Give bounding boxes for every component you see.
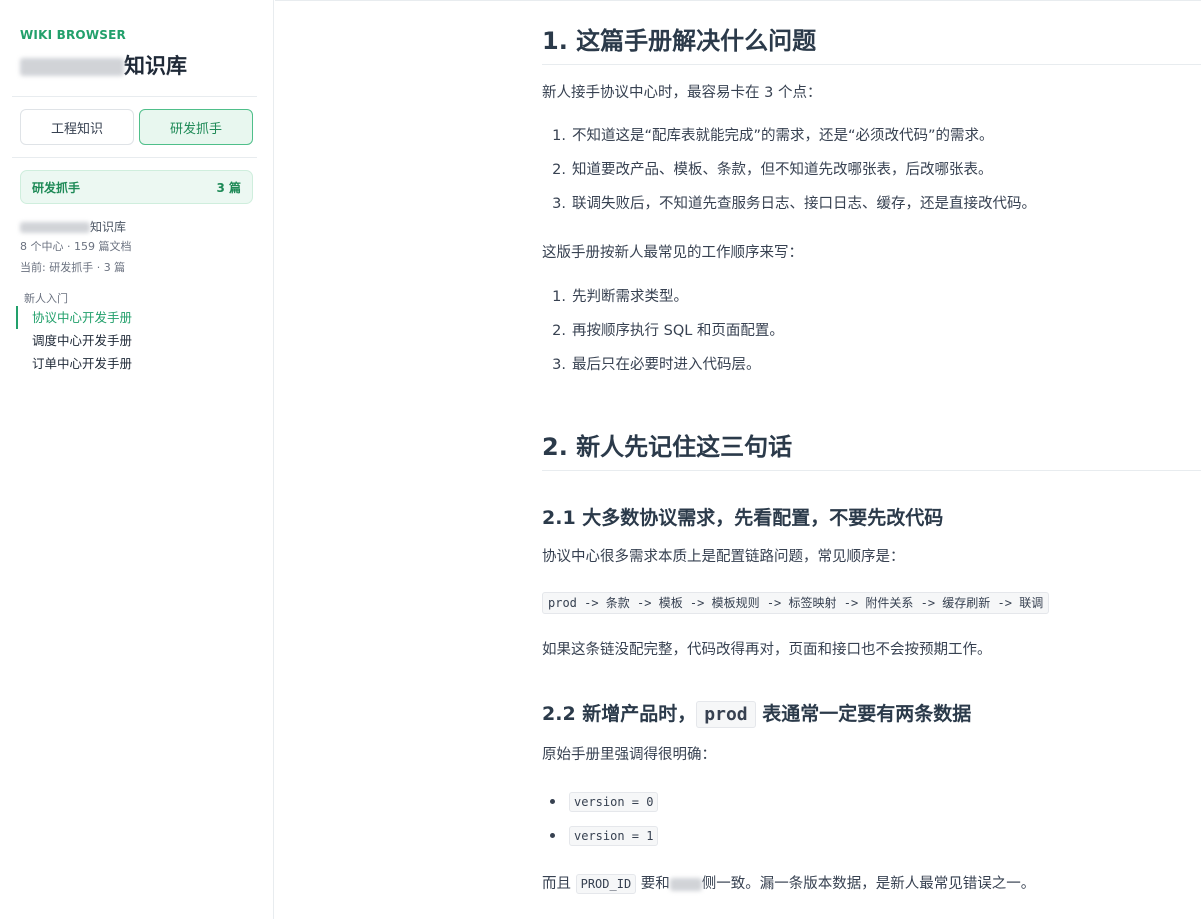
list-text: 最后只在必要时进入代码层。 (572, 357, 761, 373)
section-1-intro: 新人接手协议中心时，最容易卡在 3 个点： (542, 85, 822, 101)
list-text: 再按顺序执行 SQL 和页面配置。 (572, 323, 784, 339)
section-card[interactable]: 研发抓手 3 篇 (20, 170, 253, 204)
kb-name-suffix: 知识库 (90, 220, 127, 234)
kb-title-suffix: 知识库 (124, 54, 187, 78)
list-number: 2. (552, 323, 566, 339)
sidebar: WIKI BROWSER 知识库 工程知识 研发抓手 研发抓手 3 篇 知识库 … (0, 0, 274, 919)
tab-bar: 工程知识 研发抓手 (20, 109, 253, 145)
nav-group-label: 新人入门 (24, 292, 68, 305)
heading-text: 表通常一定要有两条数据 (762, 703, 972, 725)
section-2-1-after: 如果这条链没配完整，代码改得再对，页面和接口也不会按预期工作。 (542, 642, 992, 658)
list-item: 3. 联调失败后，不知道先查服务日志、接口日志、缓存，还是直接改代码。 (542, 187, 1036, 221)
nav-item-protocol-center[interactable]: 协议中心开发手册 (16, 306, 256, 329)
nav-list: 协议中心开发手册 调度中心开发手册 订单中心开发手册 (16, 306, 256, 375)
section-2-2-heading: 2.2 新增产品时， prod 表通常一定要有两条数据 (542, 699, 972, 728)
bullet-icon (550, 832, 555, 838)
brand-label: WIKI BROWSER (20, 28, 126, 42)
inline-code: version = 1 (569, 826, 659, 846)
tab-rd-handles[interactable]: 研发抓手 (139, 109, 253, 145)
inline-code: version = 0 (569, 792, 659, 812)
knowledge-base-title: 知识库 (20, 50, 187, 80)
list-item: version = 0 (542, 785, 659, 819)
list-item: 3. 最后只在必要时进入代码层。 (542, 348, 784, 382)
list-number: 2. (552, 162, 566, 178)
list-item: 2. 知道要改产品、模板、条款，但不知道先改哪张表，后改哪张表。 (542, 153, 1036, 187)
version-list: version = 0 version = 1 (542, 785, 659, 853)
divider (12, 96, 257, 97)
redacted-text (669, 877, 702, 891)
list-item: 1. 先判断需求类型。 (542, 280, 784, 314)
list-number: 3. (552, 357, 566, 373)
problem-list: 1. 不知道这是“配库表就能完成”的需求，还是“必须改代码”的需求。 2. 知道要改… (542, 119, 1036, 221)
list-number: 1. (552, 128, 566, 144)
inline-code: prod -> 条款 -> 模板 -> 模板规则 -> 标签映射 -> 附件关系… (542, 592, 1050, 614)
redacted-text (20, 222, 90, 233)
text: 要和 (640, 876, 670, 892)
text: 而且 (542, 876, 571, 892)
list-number: 3. (552, 196, 566, 212)
list-number: 1. (552, 289, 566, 305)
list-text: 先判断需求类型。 (572, 289, 688, 305)
section-2-heading: 2. 新人先记住这三句话 (542, 427, 1201, 471)
redacted-text (20, 58, 124, 76)
main-content: 1. 这篇手册解决什么问题 新人接手协议中心时，最容易卡在 3 个点： 1. 不知… (275, 0, 1201, 919)
current-location: 当前: 研发抓手 · 3 篇 (20, 261, 126, 274)
config-chain-code: prod -> 条款 -> 模板 -> 模板规则 -> 标签映射 -> 附件关系… (542, 592, 1050, 614)
section-2-2-text: 原始手册里强调得很明确： (542, 747, 716, 763)
nav-item-order-center[interactable]: 订单中心开发手册 (16, 352, 256, 375)
order-intro: 这版手册按新人最常见的工作顺序来写： (542, 245, 803, 261)
nav-item-dispatch-center[interactable]: 调度中心开发手册 (16, 329, 256, 352)
list-item: 2. 再按顺序执行 SQL 和页面配置。 (542, 314, 784, 348)
bullet-icon (550, 798, 555, 804)
kb-stats: 8 个中心 · 159 篇文档 (20, 240, 132, 253)
list-text: 知道要改产品、模板、条款，但不知道先改哪张表，后改哪张表。 (572, 162, 993, 178)
inline-code: PROD_ID (575, 874, 637, 894)
inline-code: prod (696, 701, 756, 728)
kb-name: 知识库 (20, 218, 126, 235)
list-text: 不知道这是“配库表就能完成”的需求，还是“必须改代码”的需求。 (572, 128, 994, 144)
list-text: 联调失败后，不知道先查服务日志、接口日志、缓存，还是直接改代码。 (572, 196, 1036, 212)
section-name: 研发抓手 (32, 180, 81, 195)
list-item: version = 1 (542, 819, 659, 853)
section-1-heading: 1. 这篇手册解决什么问题 (542, 21, 1201, 65)
list-item: 1. 不知道这是“配库表就能完成”的需求，还是“必须改代码”的需求。 (542, 119, 1036, 153)
divider (12, 157, 257, 158)
section-2-1-text: 协议中心很多需求本质上是配置链路问题，常见顺序是： (542, 549, 905, 565)
section-2-1-heading: 2.1 大多数协议需求，先看配置，不要先改代码 (542, 507, 944, 529)
heading-text: 2.2 新增产品时， (542, 703, 697, 725)
text: 侧一致。漏一条版本数据，是新人最常见错误之一。 (701, 876, 1036, 892)
section-count: 3 篇 (216, 180, 241, 195)
step-list: 1. 先判断需求类型。 2. 再按顺序执行 SQL 和页面配置。 3. 最后只在必要时… (542, 280, 784, 382)
section-2-2-last: 而且 PROD_ID 要和 侧一致。漏一条版本数据，是新人最常见错误之一。 (542, 872, 1036, 894)
tab-engineering-knowledge[interactable]: 工程知识 (20, 109, 134, 145)
